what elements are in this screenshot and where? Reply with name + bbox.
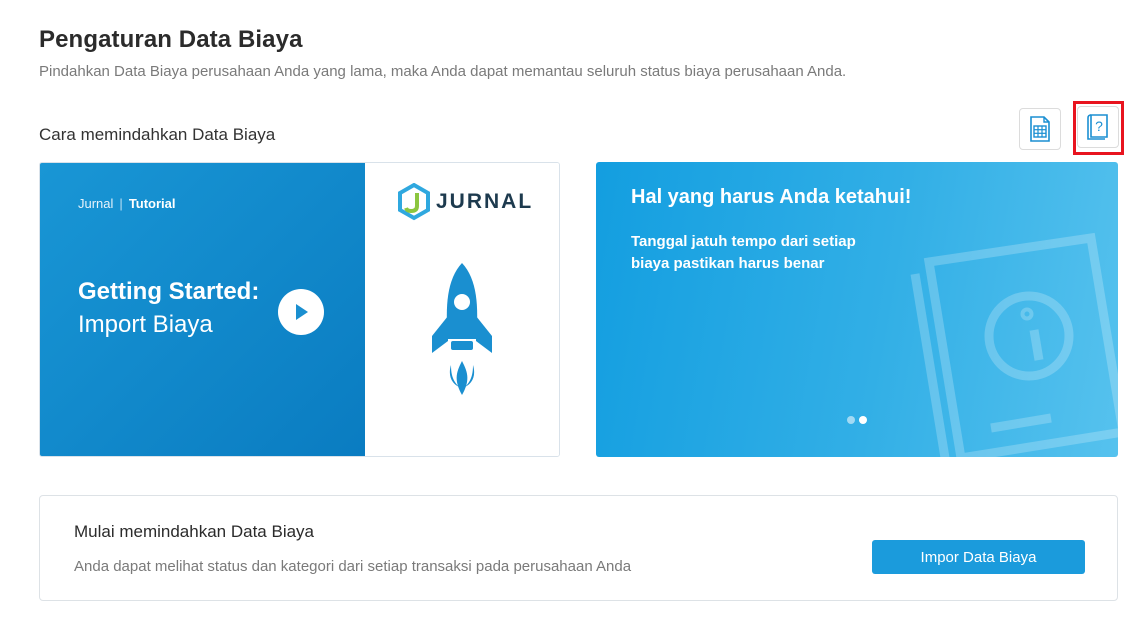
- page-title: Pengaturan Data Biaya: [39, 26, 303, 53]
- info-carousel: Hal yang harus Anda ketahui! Tanggal jat…: [596, 162, 1118, 457]
- video-brand-name: Jurnal: [78, 196, 114, 211]
- carousel-dots: [847, 416, 867, 424]
- play-button[interactable]: [278, 289, 324, 335]
- video-thumbnail: Jurnal | Tutorial Getting Started: Import …: [40, 163, 365, 456]
- spreadsheet-icon: [1030, 116, 1050, 142]
- spreadsheet-button[interactable]: [1019, 108, 1061, 150]
- carousel-dot-2[interactable]: [859, 416, 867, 424]
- video-brand: Jurnal | Tutorial: [78, 196, 176, 211]
- section-title: Cara memindahkan Data Biaya: [39, 125, 276, 144]
- jurnal-logo-icon: [398, 183, 430, 221]
- video-heading: Getting Started:: [78, 278, 260, 305]
- rocket-icon: [432, 263, 492, 395]
- jurnal-logo: JURNAL: [398, 183, 533, 221]
- info-title: Hal yang harus Anda ketahui!: [631, 186, 912, 208]
- play-icon: [296, 304, 308, 320]
- video-brand-tag: Tutorial: [128, 196, 176, 211]
- video-brand-panel: JURNAL: [365, 163, 559, 456]
- info-text: Tanggal jatuh tempo dari setiap biaya pa…: [631, 233, 856, 272]
- tutorial-video-card[interactable]: Jurnal | Tutorial Getting Started: Import …: [39, 162, 560, 457]
- import-data-button[interactable]: Impor Data Biaya: [872, 540, 1085, 574]
- import-panel: Mulai memindahkan Data Biaya Anda dapat …: [39, 495, 1118, 601]
- jurnal-logo-text: JURNAL: [436, 190, 534, 213]
- import-description: Anda dapat melihat status dan kategori d…: [74, 558, 632, 575]
- help-book-icon: ?: [1087, 114, 1108, 140]
- info-book-illustration-icon: [910, 232, 1118, 457]
- video-subheading: Import Biaya: [78, 311, 213, 338]
- help-guide-button[interactable]: ?: [1077, 106, 1119, 148]
- carousel-dot-1[interactable]: [847, 416, 855, 424]
- page-subtitle: Pindahkan Data Biaya perusahaan Anda yan…: [39, 63, 847, 80]
- import-title: Mulai memindahkan Data Biaya: [74, 522, 315, 541]
- svg-text:?: ?: [1095, 118, 1103, 134]
